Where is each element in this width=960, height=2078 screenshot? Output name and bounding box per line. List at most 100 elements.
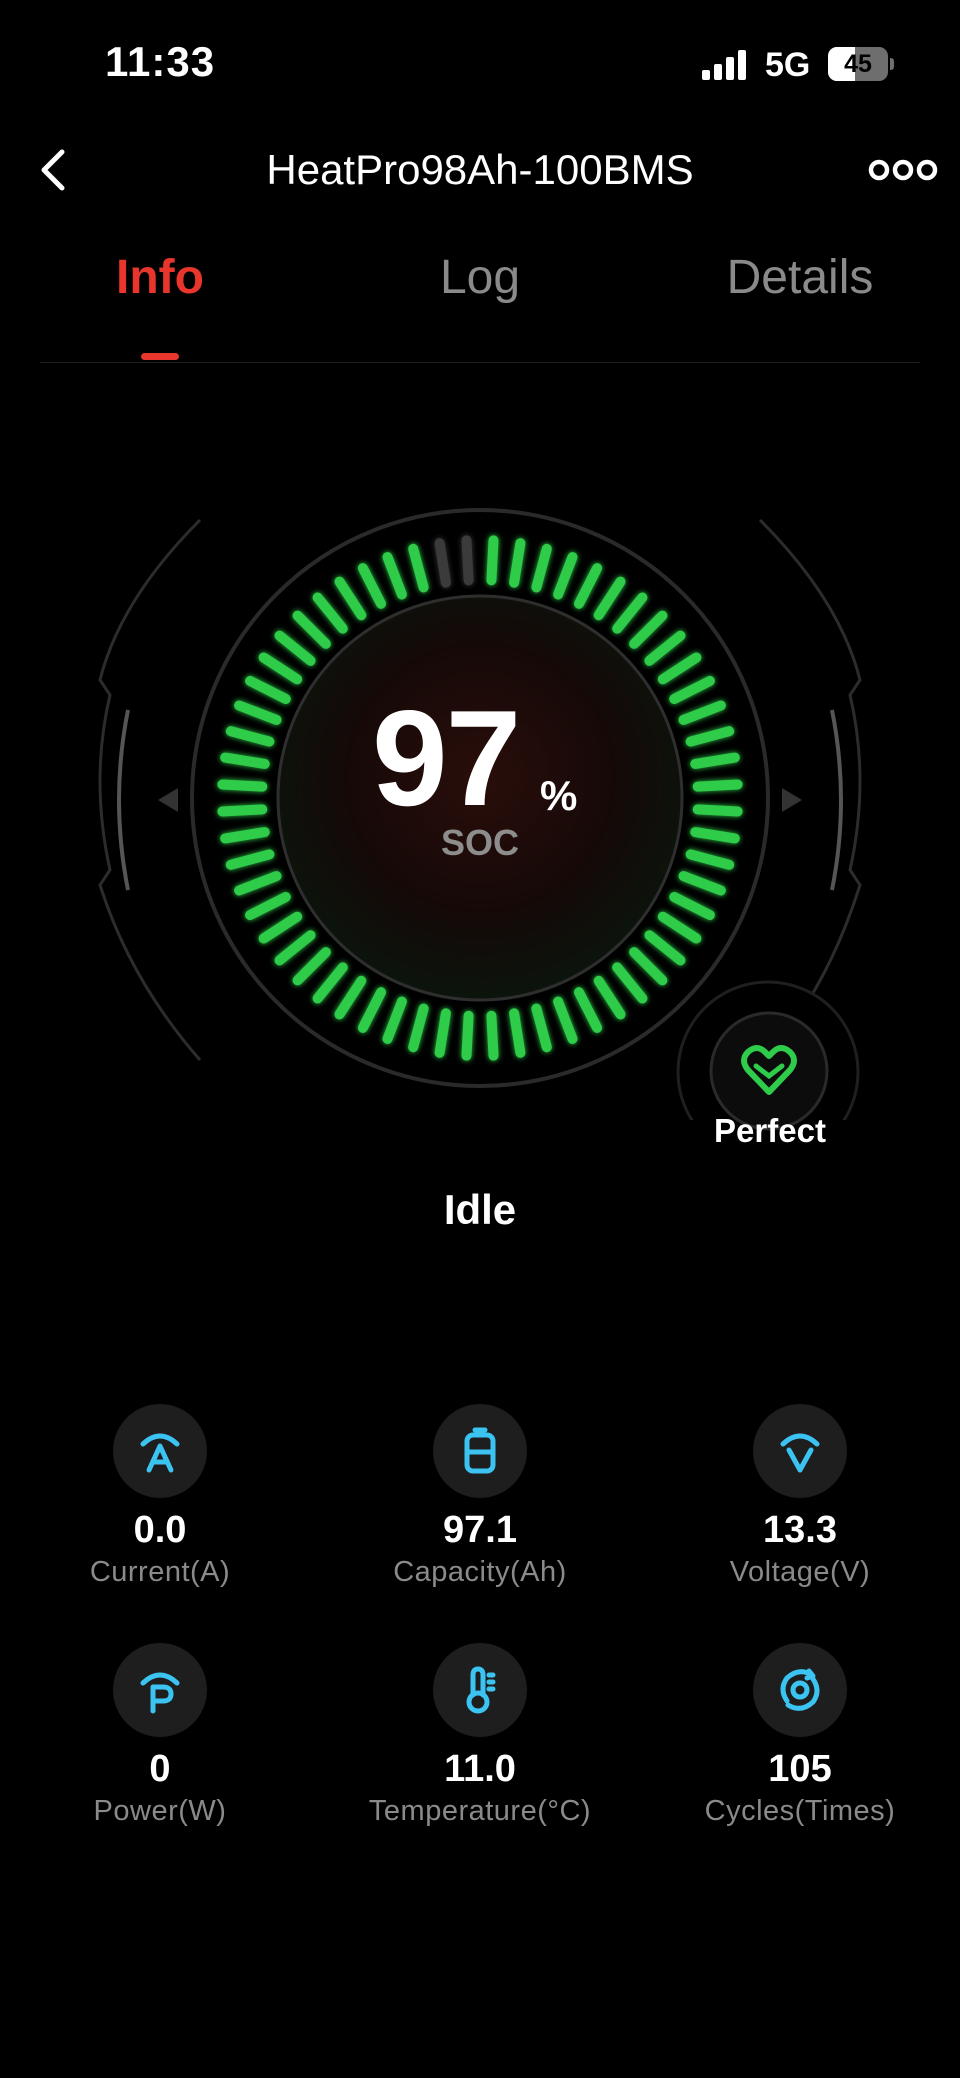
battery-icon: 45: [828, 47, 894, 81]
tab-divider: [40, 362, 920, 363]
gauge-tick: [357, 987, 386, 1033]
status-bar: 11:33 5G 45: [0, 0, 960, 130]
gauge-tick: [357, 563, 386, 609]
metric-voltage: 13.3 Voltage(V): [650, 1404, 950, 1590]
thermometer-icon: [433, 1643, 527, 1737]
gauge-tick: [593, 576, 626, 621]
gauge-tick: [312, 592, 348, 634]
gauge-tick: [334, 576, 367, 621]
gauge-tick: [334, 975, 367, 1020]
gauge-tick: [217, 804, 268, 817]
gauge-tick: [629, 947, 668, 986]
gauge-tick: [217, 779, 268, 792]
gauge-tick: [690, 827, 740, 844]
gauge-tick: [245, 675, 291, 704]
metric-temperature: 11.0 Temperature(°C): [330, 1643, 630, 1829]
chevron-left-icon: [41, 149, 65, 191]
gauge-tick: [612, 962, 648, 1004]
metric-label: Voltage(V): [729, 1556, 871, 1588]
gauge-tick: [434, 538, 451, 588]
gauge-tick: [486, 535, 499, 586]
gauge-tick: [461, 535, 474, 586]
metric-value: 0.0: [133, 1509, 187, 1551]
device-title: HeatPro98Ah-100BMS: [266, 146, 694, 193]
gauge-tick: [685, 849, 735, 870]
metric-value: 11.0: [444, 1748, 516, 1790]
gauge-tick: [408, 543, 429, 593]
metric-label: Temperature(°C): [368, 1795, 592, 1827]
metric-label: Cycles(Times): [704, 1795, 896, 1827]
gauge-tick: [234, 871, 282, 896]
gauge-tick: [669, 892, 715, 921]
cellular-signal-icon: [702, 50, 746, 80]
more-options-button[interactable]: [868, 150, 938, 190]
gauge-tick: [531, 1003, 552, 1053]
gauge-tick: [461, 1010, 474, 1061]
battery-percent: 45: [844, 50, 872, 78]
gauge-tick: [509, 1008, 526, 1058]
gauge-tick: [644, 930, 686, 966]
tab-info[interactable]: Info: [0, 250, 320, 305]
gauge-tick: [258, 652, 303, 685]
gauge-tick: [509, 538, 526, 588]
more-dots-icon: [868, 159, 938, 181]
gauge-tick: [690, 752, 740, 769]
gauge-tick: [657, 652, 702, 685]
gauge-tick: [258, 911, 303, 944]
gauge-tick: [220, 827, 270, 844]
gauge-tick: [245, 892, 291, 921]
gauge-tick: [434, 1008, 451, 1058]
metric-label: Power(W): [93, 1795, 227, 1827]
gauge-tick: [574, 563, 603, 609]
gauge-tick: [685, 726, 735, 747]
power-icon: [113, 1643, 207, 1737]
tab-log[interactable]: Log: [320, 250, 640, 305]
gauge-tick: [657, 911, 702, 944]
battery-state: Idle: [443, 1186, 517, 1233]
gauge-tick: [225, 849, 275, 870]
voltage-icon: [753, 1404, 847, 1498]
metric-value: 105: [768, 1748, 832, 1790]
tab-details[interactable]: Details: [640, 250, 960, 305]
soc-unit: %: [540, 772, 578, 819]
back-button[interactable]: [32, 140, 82, 200]
metric-value: 0: [149, 1748, 171, 1790]
gauge-tick: [553, 996, 578, 1044]
gauge-tick: [692, 804, 743, 817]
gauge-tick: [678, 871, 726, 896]
metric-label: Capacity(Ah): [393, 1556, 567, 1588]
active-tab-indicator: [141, 353, 179, 360]
gauge-tick: [678, 700, 726, 725]
gauge-tick: [292, 947, 331, 986]
current-icon: [113, 1404, 207, 1498]
metric-label: Current(A): [89, 1556, 231, 1588]
gauge-tick: [292, 610, 331, 649]
cycles-icon: [753, 1643, 847, 1737]
gauge-tick: [593, 975, 626, 1020]
metric-value: 13.3: [763, 1509, 837, 1551]
metric-current: 0.0 Current(A): [10, 1404, 310, 1590]
capacity-icon: [433, 1404, 527, 1498]
soc-value: 97: [372, 682, 521, 834]
metric-capacity: 97.1 Capacity(Ah): [330, 1404, 630, 1590]
gauge-tick: [274, 630, 316, 666]
gauge-tick: [629, 610, 668, 649]
metric-value: 97.1: [443, 1509, 517, 1551]
gauge-tick: [612, 592, 648, 634]
gauge-tick: [274, 930, 316, 966]
metric-power: 0 Power(W): [10, 1643, 310, 1829]
gauge-tick: [669, 675, 715, 704]
gauge-tick: [382, 552, 407, 600]
gauge-tick: [312, 962, 348, 1004]
gauge-tick: [531, 543, 552, 593]
gauge-tick: [234, 700, 282, 725]
soc-label: SOC: [440, 822, 519, 863]
gauge-tick: [225, 726, 275, 747]
gauge-tick: [692, 779, 743, 792]
gauge-tick: [220, 752, 270, 769]
gauge-tick: [574, 987, 603, 1033]
gauge-tick: [408, 1003, 429, 1053]
health-status-label: Perfect: [714, 1112, 826, 1149]
network-type: 5G: [765, 46, 811, 84]
gauge-tick: [553, 552, 578, 600]
